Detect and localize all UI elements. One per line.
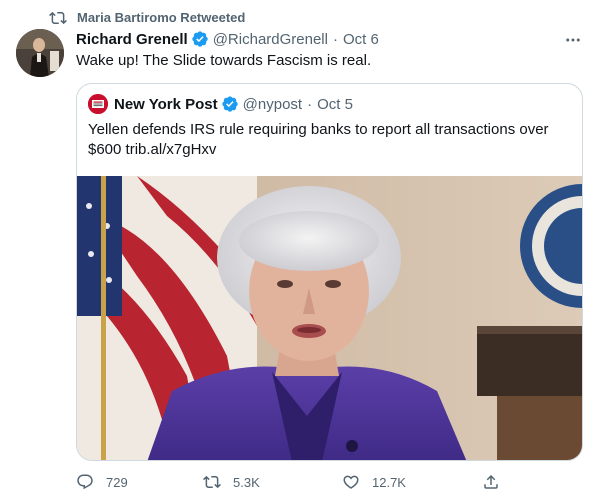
retweet-icon [203,475,221,489]
share-button[interactable] [482,472,500,492]
avatar-image [16,29,64,77]
tweet-actions: 729 5.3K 12.7K [76,472,583,492]
quoted-tweet-header: New York Post @nypost · Oct 5 [88,94,353,114]
tweet-header: Richard Grenell @RichardGrenell · Oct 6 [76,29,379,49]
verified-badge-icon [192,31,208,47]
reply-count: 729 [106,474,128,490]
separator-dot: · [332,30,338,48]
author-name[interactable]: Richard Grenell [76,31,188,48]
quoted-tweet-image[interactable] [77,176,582,460]
avatar[interactable] [16,29,64,77]
quoted-author-name[interactable]: New York Post [114,96,218,113]
quoted-tweet-time[interactable]: Oct 5 [317,96,353,113]
more-icon [566,38,580,42]
tweet-time[interactable]: Oct 6 [343,31,379,48]
quoted-author-handle[interactable]: @nypost [243,96,302,113]
tweet-text: Wake up! The Slide towards Fascism is re… [76,52,372,69]
quoted-tweet-text: Yellen defends IRS rule requiring banks … [88,121,549,158]
separator-dot: · [307,95,313,113]
reply-icon [77,474,93,490]
retweet-button[interactable]: 5.3K [203,472,260,492]
photo-illustration [77,176,582,460]
quoted-tweet[interactable]: New York Post @nypost · Oct 5 Yellen def… [76,83,583,461]
reply-button[interactable]: 729 [76,472,128,492]
like-button[interactable]: 12.7K [342,472,406,492]
heart-icon [343,475,359,489]
retweet-label[interactable]: Maria Bartiromo Retweeted [77,10,245,25]
retweet-count: 5.3K [233,474,260,490]
retweet-icon [49,11,67,25]
author-handle[interactable]: @RichardGrenell [213,31,328,48]
tweet[interactable]: Maria Bartiromo Retweeted Richard Grenel… [0,0,598,503]
share-icon [484,474,498,489]
retweet-context: Maria Bartiromo Retweeted [49,9,245,27]
nypost-logo-icon [88,94,108,114]
like-count: 12.7K [372,474,406,490]
more-button[interactable] [563,30,583,50]
verified-badge-icon [221,96,238,112]
quoted-avatar[interactable] [88,94,108,114]
